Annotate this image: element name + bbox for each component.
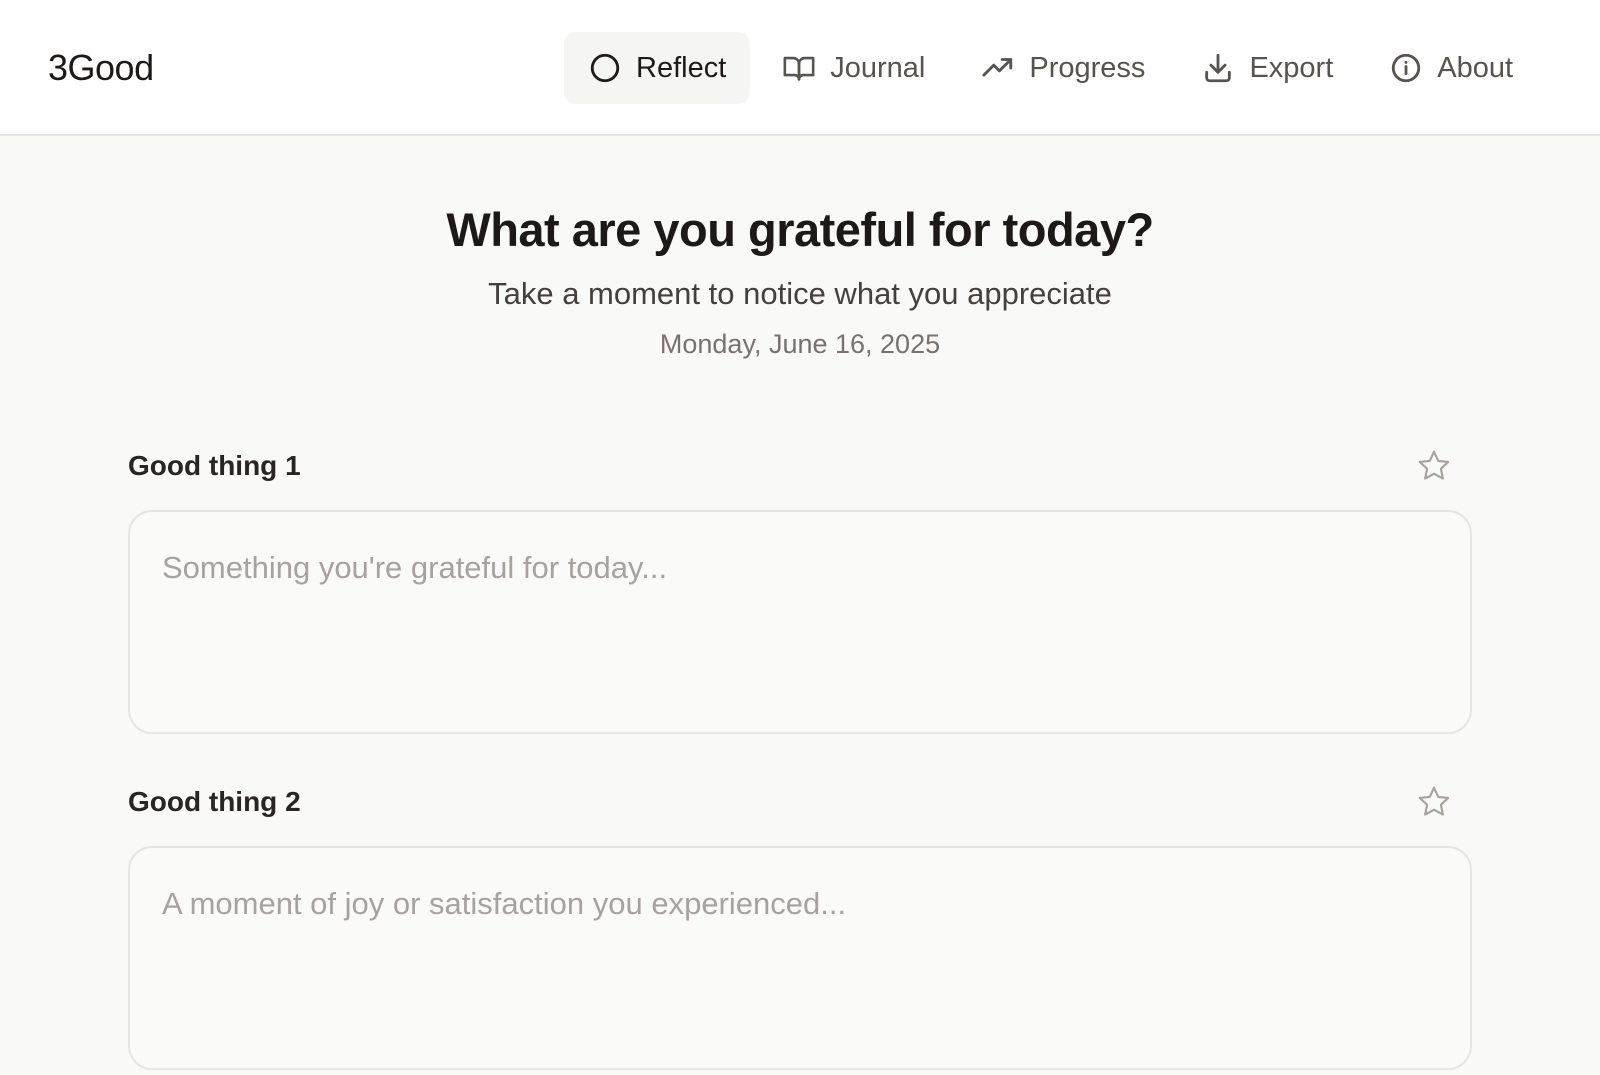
entry-label: Good thing 2 xyxy=(128,786,301,817)
circle-icon xyxy=(588,51,622,85)
trending-up-icon xyxy=(981,51,1015,85)
good-thing-entry-2: Good thing 2 xyxy=(128,778,1472,1075)
nav-item-journal[interactable]: Journal xyxy=(758,32,949,104)
current-date: Monday, June 16, 2025 xyxy=(659,329,941,359)
page-subtitle: Take a moment to notice what you appreci… xyxy=(488,276,1112,311)
reflect-header: What are you grateful for today? Take a … xyxy=(0,200,1600,362)
nav-item-label: About xyxy=(1437,51,1514,84)
nav-item-about[interactable]: About xyxy=(1365,32,1537,104)
nav-item-export[interactable]: Export xyxy=(1177,32,1357,104)
entry-header: Good thing 1 xyxy=(128,442,1472,490)
good-thing-input-2[interactable] xyxy=(128,846,1472,1070)
info-icon xyxy=(1389,51,1423,85)
nav-item-label: Progress xyxy=(1029,51,1146,84)
nav-item-label: Export xyxy=(1249,51,1334,84)
page-title: What are you grateful for today? xyxy=(446,203,1154,256)
nav-item-reflect[interactable]: Reflect xyxy=(564,32,751,104)
top-bar: 3Good Reflect Journal Progress Export Ab… xyxy=(0,0,1600,136)
book-open-icon xyxy=(782,51,816,85)
nav-item-label: Journal xyxy=(830,51,926,84)
download-icon xyxy=(1201,51,1235,85)
good-thing-entry-1: Good thing 1 xyxy=(128,442,1472,739)
nav-item-label: Reflect xyxy=(636,51,727,84)
main-nav: Reflect Journal Progress Export About xyxy=(564,32,1545,104)
good-thing-input-1[interactable] xyxy=(128,510,1472,734)
entry-label: Good thing 1 xyxy=(128,450,301,481)
nav-item-progress[interactable]: Progress xyxy=(957,32,1169,104)
entry-header: Good thing 2 xyxy=(128,778,1472,826)
star-icon[interactable] xyxy=(1416,784,1452,820)
app-logo[interactable]: 3Good xyxy=(48,46,154,90)
star-icon[interactable] xyxy=(1416,448,1452,484)
